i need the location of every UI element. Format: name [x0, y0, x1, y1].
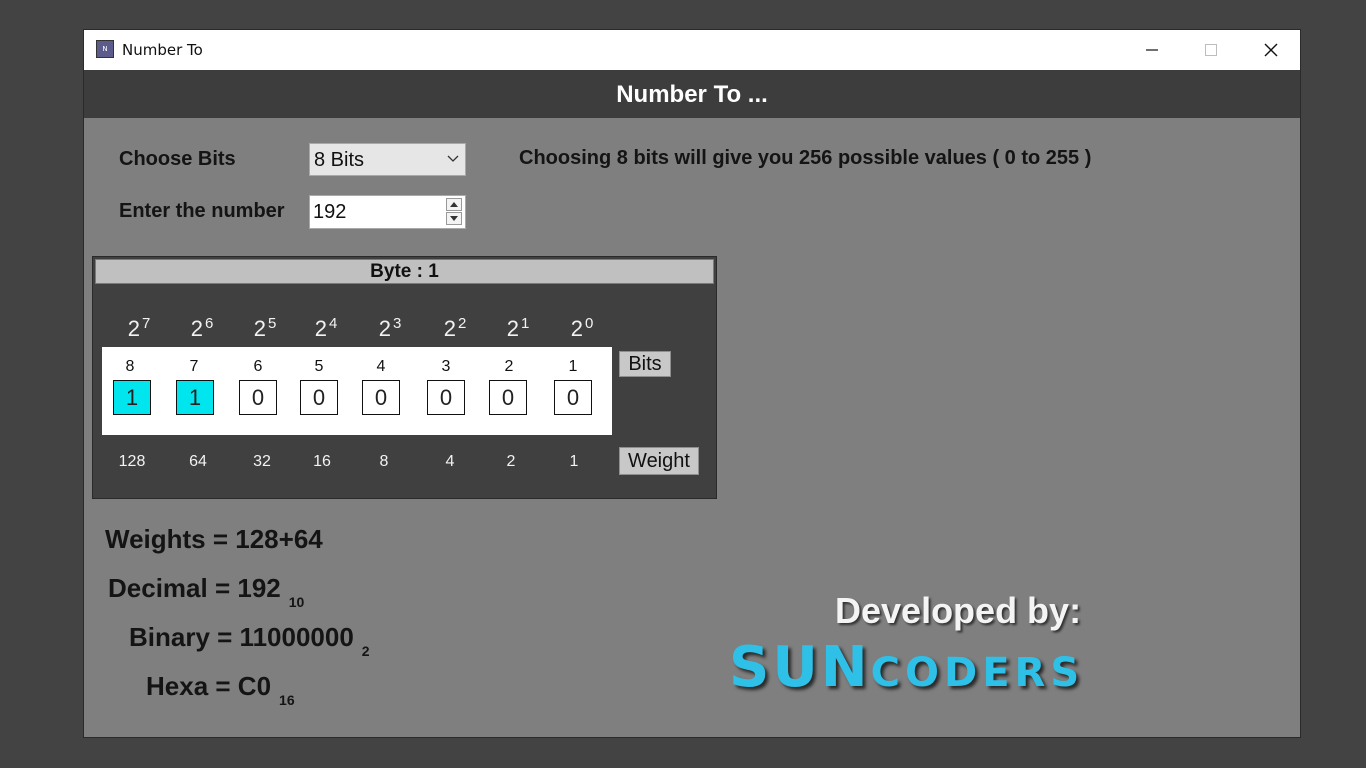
- minimize-icon: [1146, 49, 1158, 51]
- bit-position: 3: [441, 358, 451, 375]
- app-icon: N: [96, 40, 114, 58]
- bit-weight: 4: [445, 453, 455, 470]
- bit-toggle[interactable]: 0: [554, 380, 592, 415]
- power-label: 24: [314, 315, 338, 341]
- arrow-down-icon: [450, 216, 458, 221]
- bit-weight: 128: [118, 453, 146, 470]
- bit-weight: 2: [506, 453, 516, 470]
- bit-position: 8: [125, 358, 135, 375]
- arrow-up-icon: [450, 202, 458, 207]
- bit-position: 4: [376, 358, 386, 375]
- decimal-result: Decimal = 192 10: [108, 573, 305, 610]
- brand-logo: SUNCODERS: [729, 635, 1084, 700]
- app-window: N Number To Number To ... Choose Bits 8 …: [83, 29, 1301, 738]
- byte-panel: Byte : 1 27 26 25 24 23 22 21 20 8 7 6 5…: [92, 256, 717, 499]
- bit-weight: 8: [379, 453, 389, 470]
- bit-toggle[interactable]: 0: [427, 380, 465, 415]
- title-bar: N Number To: [84, 30, 1300, 70]
- app-header: Number To ...: [84, 70, 1300, 118]
- power-label: 20: [570, 315, 594, 341]
- developed-by-label: Developed by:: [835, 590, 1082, 631]
- bit-toggle[interactable]: 0: [489, 380, 527, 415]
- weight-button[interactable]: Weight: [619, 447, 699, 475]
- power-label: 23: [378, 315, 402, 341]
- bit-position: 5: [314, 358, 324, 375]
- hexa-result: Hexa = C0 16: [146, 671, 295, 708]
- maximize-icon: [1205, 44, 1217, 56]
- page-title: Number To ...: [616, 81, 768, 108]
- number-input[interactable]: 192: [309, 195, 466, 229]
- bits-info-text: Choosing 8 bits will give you 256 possib…: [519, 147, 1092, 169]
- power-label: 25: [253, 315, 277, 341]
- chevron-down-icon: [447, 155, 459, 162]
- number-input-value: 192: [313, 201, 347, 223]
- bit-position: 7: [189, 358, 199, 375]
- bit-position: 1: [568, 358, 578, 375]
- bit-position: 2: [504, 358, 514, 375]
- bit-weight: 32: [253, 453, 271, 470]
- spin-up-button[interactable]: [446, 198, 462, 211]
- brand-logo-part2: CODERS: [870, 650, 1085, 696]
- bit-toggle[interactable]: 0: [362, 380, 400, 415]
- bit-toggle[interactable]: 1: [176, 380, 214, 415]
- bits-area: 8 7 6 5 4 3 2 1 1 1 0 0 0 0 0 0: [102, 347, 612, 435]
- enter-number-label: Enter the number: [119, 200, 285, 222]
- close-button[interactable]: [1242, 30, 1300, 70]
- bits-button[interactable]: Bits: [619, 351, 671, 377]
- choose-bits-label: Choose Bits: [119, 148, 236, 170]
- close-icon: [1264, 43, 1278, 57]
- power-label: 27: [127, 315, 151, 341]
- window-title: Number To: [122, 41, 203, 59]
- brand-logo-part1: SUN: [729, 635, 871, 700]
- power-label: 22: [443, 315, 467, 341]
- bits-select-value: 8 Bits: [314, 149, 365, 171]
- power-label: 21: [506, 315, 530, 341]
- byte-title: Byte : 1: [95, 259, 714, 284]
- maximize-button[interactable]: [1182, 30, 1240, 70]
- bit-toggle[interactable]: 0: [239, 380, 277, 415]
- bit-weight: 64: [189, 453, 207, 470]
- power-label: 26: [190, 315, 214, 341]
- bits-select[interactable]: 8 Bits: [309, 143, 466, 176]
- weights-result: Weights = 128+64: [105, 524, 323, 554]
- bit-weight: 1: [569, 453, 579, 470]
- bit-position: 6: [253, 358, 263, 375]
- binary-result: Binary = 11000000 2: [129, 622, 370, 659]
- minimize-button[interactable]: [1123, 30, 1181, 70]
- bit-toggle[interactable]: 0: [300, 380, 338, 415]
- spin-down-button[interactable]: [446, 212, 462, 225]
- bit-weight: 16: [313, 453, 331, 470]
- bit-toggle[interactable]: 1: [113, 380, 151, 415]
